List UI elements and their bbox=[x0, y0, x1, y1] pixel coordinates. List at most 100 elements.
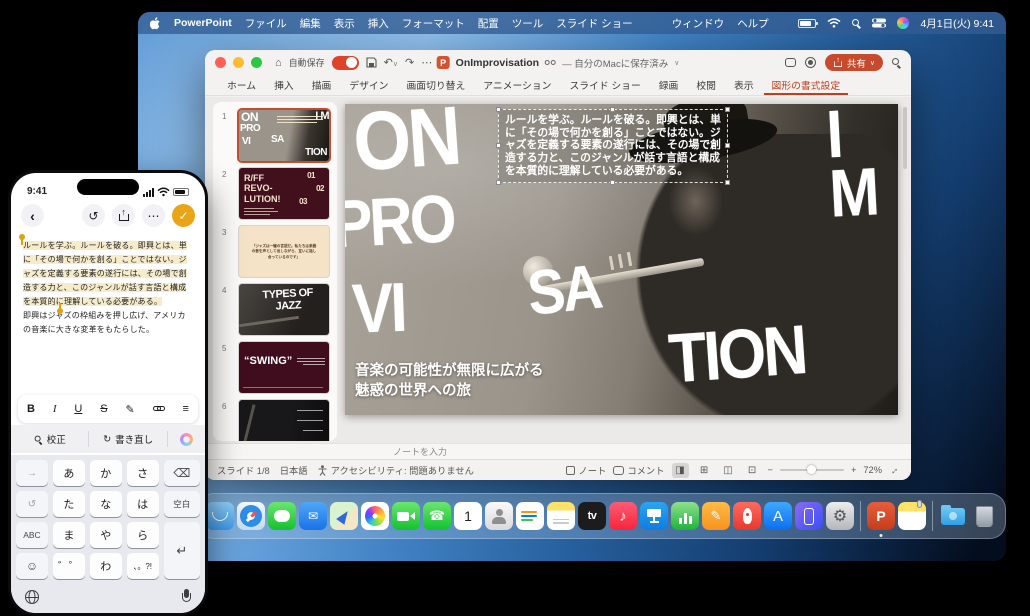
menu-view[interactable]: 表示 bbox=[334, 16, 355, 31]
zoom-button[interactable] bbox=[251, 57, 262, 68]
menu-tools[interactable]: ツール bbox=[512, 16, 544, 31]
key-ra[interactable]: ら bbox=[127, 522, 159, 548]
key-ta[interactable]: た bbox=[53, 491, 85, 517]
done-check-button[interactable]: ✓ bbox=[172, 204, 195, 227]
view-reading-button[interactable]: ◫ bbox=[720, 463, 737, 478]
apple-menu-icon[interactable] bbox=[150, 17, 161, 30]
document-title[interactable]: OnImprovisation bbox=[456, 57, 539, 69]
slide-textbox-selected[interactable]: ルールを学ぶ。ルールを破る。即興とは、単に「その場で何かを創る」ことではない。ジ… bbox=[498, 109, 728, 183]
tab-draw[interactable]: 描画 bbox=[304, 76, 340, 94]
key-a[interactable]: あ bbox=[53, 460, 85, 486]
autosave-toggle[interactable] bbox=[332, 56, 359, 70]
selected-text[interactable]: ルールを学ぶ。ルールを破る。即興とは、単に「その場で何かを創る」ことではない。ジ… bbox=[23, 241, 187, 306]
key-delete[interactable]: ⌫ bbox=[164, 460, 200, 486]
key-ya[interactable]: や bbox=[90, 522, 122, 548]
slide-thumbnail-6[interactable] bbox=[239, 400, 329, 441]
home-icon[interactable]: ⌂ bbox=[275, 57, 282, 69]
tab-animations[interactable]: アニメーション bbox=[475, 76, 559, 94]
battery-icon[interactable] bbox=[798, 19, 816, 28]
proofread-button[interactable]: 校正 bbox=[11, 431, 89, 447]
dock-phone-icon[interactable]: ☎ bbox=[423, 502, 451, 530]
italic-button[interactable]: I bbox=[53, 403, 57, 415]
note-text-area[interactable]: ルールを学ぶ。ルールを破る。即興とは、単に「その場で何かを創る」ことではない。ジ… bbox=[11, 232, 205, 337]
key-wa[interactable]: わ bbox=[90, 553, 122, 579]
slide-thumbnail-5[interactable]: “SWING” bbox=[239, 342, 329, 393]
selection-handle-start[interactable] bbox=[19, 234, 25, 240]
dock-iphone-mirroring-icon[interactable] bbox=[795, 502, 823, 530]
notes-toggle-button[interactable]: ノート bbox=[566, 463, 606, 477]
tab-view[interactable]: 表示 bbox=[726, 76, 762, 94]
search-icon[interactable] bbox=[892, 58, 901, 67]
dock-numbers-icon[interactable] bbox=[671, 502, 699, 530]
slide-letters-vi[interactable]: VI bbox=[351, 278, 406, 341]
resize-handle[interactable] bbox=[725, 180, 730, 185]
control-center-icon[interactable] bbox=[872, 18, 886, 28]
key-punctuation[interactable]: 、。?! bbox=[127, 553, 159, 579]
view-normal-button[interactable]: ◨ bbox=[672, 463, 689, 478]
tab-insert[interactable]: 挿入 bbox=[266, 76, 302, 94]
slide-thumbnail-4[interactable]: TYPES OF JAZZ bbox=[239, 284, 329, 335]
menu-insert[interactable]: 挿入 bbox=[368, 16, 389, 31]
dock-music-icon[interactable]: ♪ bbox=[609, 502, 637, 530]
resize-handle[interactable] bbox=[496, 143, 501, 148]
slide-letters-tion[interactable]: TION bbox=[667, 321, 807, 391]
saved-caret-icon[interactable]: ∨ bbox=[674, 59, 679, 67]
dock-stickies-icon[interactable] bbox=[898, 502, 926, 530]
dock-finder-icon[interactable] bbox=[206, 502, 234, 530]
slide-canvas[interactable]: ON I M PRO VI SA TION ルールを学ぶ。ルールを破る。即興とは… bbox=[345, 104, 898, 415]
menu-window[interactable]: ウィンドウ bbox=[672, 16, 725, 31]
undo-button[interactable]: ↶∨ bbox=[384, 56, 398, 69]
dock-maps-icon[interactable] bbox=[330, 502, 358, 530]
close-button[interactable] bbox=[215, 57, 226, 68]
zoom-in-button[interactable]: + bbox=[851, 465, 856, 475]
tab-design[interactable]: デザイン bbox=[341, 76, 396, 94]
tab-record[interactable]: 録画 bbox=[651, 76, 687, 94]
key-emoji[interactable]: ☺ bbox=[16, 553, 48, 579]
dock-safari-icon[interactable] bbox=[237, 502, 265, 530]
dock-downloads-folder-icon[interactable] bbox=[939, 502, 967, 530]
list-format-button[interactable]: ≡ bbox=[183, 403, 189, 415]
slide-letters-im[interactable]: I M bbox=[825, 104, 898, 224]
dock-contacts-icon[interactable] bbox=[485, 502, 513, 530]
rewrite-button[interactable]: ↻ 書き直し bbox=[89, 431, 167, 447]
dock-pages-icon[interactable]: ✎ bbox=[702, 502, 730, 530]
dock-rocket-app-icon[interactable] bbox=[733, 502, 761, 530]
siri-icon[interactable] bbox=[897, 17, 909, 29]
tab-transitions[interactable]: 画面切り替え bbox=[398, 76, 473, 94]
resize-handle[interactable] bbox=[496, 107, 501, 112]
key-ka[interactable]: か bbox=[90, 460, 122, 486]
accessibility-status[interactable]: アクセシビリティ: 問題ありません bbox=[318, 463, 474, 477]
selection-handle-end[interactable] bbox=[57, 308, 63, 314]
dock-notes-icon[interactable] bbox=[547, 502, 575, 530]
key-abc[interactable]: ABC bbox=[16, 522, 48, 548]
key-sa[interactable]: さ bbox=[127, 460, 159, 486]
zoom-percentage[interactable]: 72% bbox=[863, 465, 882, 475]
key-return[interactable]: ↵ bbox=[164, 522, 200, 579]
zoom-slider[interactable] bbox=[780, 469, 844, 471]
comments-toggle-button[interactable]: コメント bbox=[613, 463, 664, 477]
comments-icon[interactable] bbox=[785, 58, 796, 67]
resize-handle[interactable] bbox=[725, 107, 730, 112]
menubar-clock[interactable]: 4月1日(火) 9:41 bbox=[920, 16, 994, 31]
zoom-out-button[interactable]: − bbox=[768, 465, 773, 475]
dock-reminders-icon[interactable] bbox=[516, 502, 544, 530]
tab-home[interactable]: ホーム bbox=[219, 76, 264, 94]
menu-edit[interactable]: 編集 bbox=[300, 16, 321, 31]
slide-thumbnail-3[interactable]: 「ジャズは一種の言語だ。私たちは楽器の音を声として出しながら、互いに話し合ってい… bbox=[239, 226, 329, 277]
link-button[interactable] bbox=[153, 404, 165, 414]
wifi-icon[interactable] bbox=[827, 18, 841, 28]
strikethrough-button[interactable]: S bbox=[100, 403, 107, 415]
dock-calendar-icon[interactable]: 1 bbox=[454, 502, 482, 530]
spotlight-icon[interactable] bbox=[852, 19, 861, 28]
more-tools-button[interactable]: ⋯ bbox=[421, 56, 432, 69]
dock-appstore-icon[interactable]: A bbox=[764, 502, 792, 530]
view-sorter-button[interactable]: ⊞ bbox=[696, 463, 713, 478]
back-button[interactable]: ‹ bbox=[21, 204, 44, 227]
slide-letters-on[interactable]: ON bbox=[351, 104, 461, 179]
underline-button[interactable]: U bbox=[74, 403, 82, 415]
body-text[interactable]: 即興はジャズの枠組みを押し広げ、アメリカの音楽に大きな変革をもたらした。 bbox=[23, 309, 193, 337]
fit-slide-icon[interactable]: ↔ bbox=[887, 463, 902, 478]
apple-intelligence-button[interactable] bbox=[168, 431, 205, 447]
dictation-mic-key[interactable] bbox=[181, 589, 191, 605]
dock-photos-icon[interactable] bbox=[361, 502, 389, 530]
